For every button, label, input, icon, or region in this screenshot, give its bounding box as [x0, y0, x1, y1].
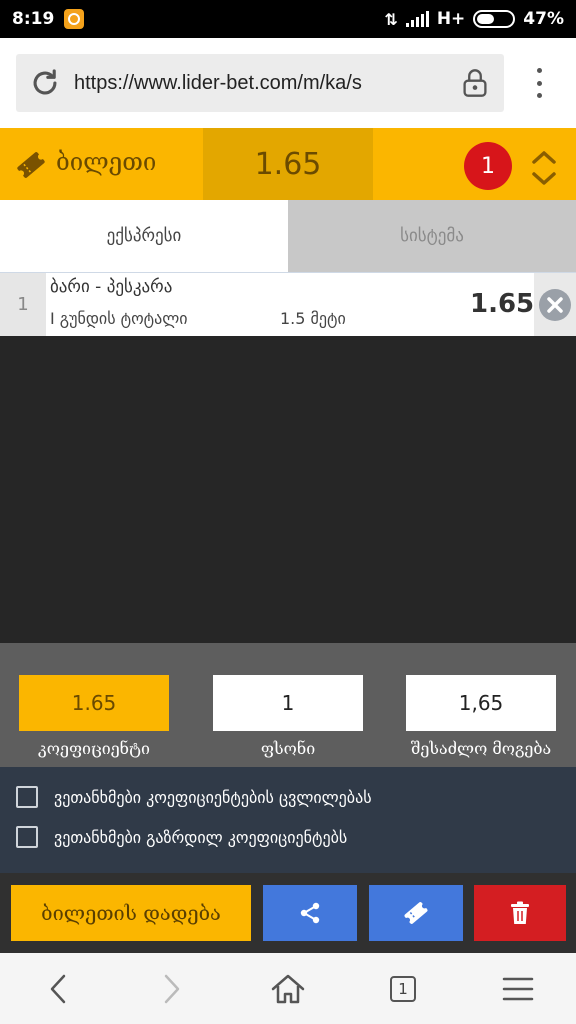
ticket-button[interactable]: [369, 885, 463, 941]
option-accept-higher-odds[interactable]: ვეთანხმები გაზრდილ კოეფიციენტებს: [16, 825, 347, 849]
home-icon: [271, 974, 305, 1004]
tabs-button[interactable]: 1: [383, 969, 423, 1009]
forward-button[interactable]: [152, 969, 192, 1009]
ticket-title: ბილეთი: [56, 148, 157, 176]
status-bar: 8:19 ⇅ H+ 47%: [0, 0, 576, 38]
odds-value: 1.65: [19, 675, 169, 731]
ticket-icon: [14, 148, 48, 182]
clear-ticket-button[interactable]: [474, 885, 566, 941]
battery-percent: 47%: [523, 9, 564, 29]
lock-icon[interactable]: [460, 68, 490, 98]
bet-odds: 1.65: [470, 289, 535, 319]
ticket-small-icon: [404, 902, 428, 924]
menu-icon: [502, 977, 534, 1001]
data-transfer-icon: ⇅: [384, 9, 398, 29]
possible-win-value: 1,65: [406, 675, 556, 731]
bet-teams: ბარი - პესკარა: [50, 277, 173, 297]
total-odds: 1.65: [203, 128, 373, 200]
url-text[interactable]: https://www.lider-bet.com/m/ka/s: [74, 72, 424, 95]
stake-label: ფსონი: [260, 739, 316, 758]
bet-line: 1.5 მეტი: [280, 309, 346, 328]
browser-menu-icon[interactable]: [524, 68, 554, 98]
signal-icon: [405, 11, 429, 27]
possible-win-label: შესაძლო მოგება: [410, 739, 552, 758]
tab-system[interactable]: სისტემა: [288, 200, 576, 272]
browser-bar: https://www.lider-bet.com/m/ka/s: [0, 38, 576, 128]
remove-bet-button[interactable]: [534, 273, 576, 336]
home-button[interactable]: [268, 969, 308, 1009]
reload-icon[interactable]: [16, 54, 74, 112]
bet-options: ვეთანხმები კოეფიციენტების ცვლილებას ვეთა…: [0, 767, 576, 873]
share-icon: [300, 902, 320, 924]
bet-number: 1: [0, 273, 46, 336]
status-right: ⇅ H+ 47%: [384, 9, 564, 29]
trash-icon: [511, 901, 529, 924]
bet-type-tabs: ექსპრესი სისტემა: [0, 200, 576, 272]
browser-nav-bar: 1: [0, 953, 576, 1024]
bet-summary: 1.65 1 1,65 კოეფიციენტი ფსონი შესაძლო მო…: [0, 643, 576, 767]
bet-row: 1 ბარი - პესკარა I გუნდის ტოტალი 1.5 მეტ…: [0, 272, 576, 336]
odds-label: კოეფიციენტი: [38, 739, 150, 758]
option-label: ვეთანხმები კოეფიციენტების ცვლილებას: [54, 787, 372, 807]
ticket-count-badge: 1: [464, 142, 512, 190]
forward-icon: [164, 974, 180, 1004]
address-bar[interactable]: https://www.lider-bet.com/m/ka/s: [16, 54, 504, 112]
back-icon: [50, 974, 66, 1004]
tab-count: 1: [390, 976, 416, 1002]
menu-button[interactable]: [498, 969, 538, 1009]
network-type: H+: [436, 9, 466, 29]
stake-input[interactable]: 1: [213, 675, 363, 731]
status-time: 8:19: [12, 9, 55, 29]
expand-icon[interactable]: [530, 148, 558, 188]
option-label: ვეთანხმები გაზრდილ კოეფიციენტებს: [54, 827, 348, 847]
action-bar: ბილეთის დადება: [0, 873, 576, 953]
checkbox-accept-higher-odds[interactable]: [16, 826, 38, 848]
place-bet-button[interactable]: ბილეთის დადება: [11, 885, 251, 941]
tab-express[interactable]: ექსპრესი: [0, 200, 288, 272]
battery-icon: [473, 10, 516, 28]
bet-market: I გუნდის ტოტალი: [50, 309, 188, 328]
remove-icon: [539, 288, 571, 321]
option-accept-odds-change[interactable]: ვეთანხმები კოეფიციენტების ცვლილებას: [16, 785, 372, 809]
share-button[interactable]: [263, 885, 357, 941]
notification-icon: [64, 9, 85, 29]
checkbox-accept-odds-change[interactable]: [16, 786, 38, 808]
back-button[interactable]: [38, 969, 78, 1009]
